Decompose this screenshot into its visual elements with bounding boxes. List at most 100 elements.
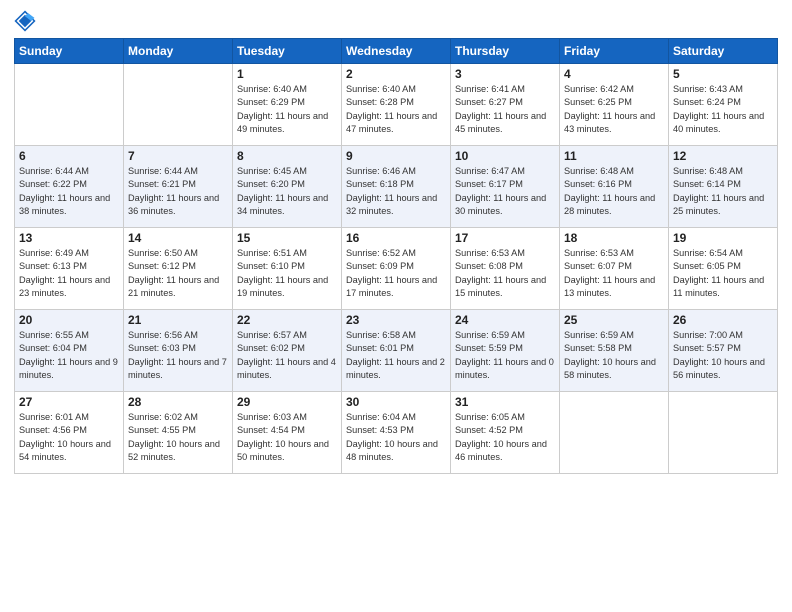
day-info: Sunrise: 6:41 AMSunset: 6:27 PMDaylight:… [455,83,555,136]
page: SundayMondayTuesdayWednesdayThursdayFrid… [0,0,792,612]
weekday-header-friday: Friday [560,39,669,64]
day-number: 17 [455,231,555,245]
day-number: 13 [19,231,119,245]
day-info: Sunrise: 6:49 AMSunset: 6:13 PMDaylight:… [19,247,119,300]
day-info: Sunrise: 6:53 AMSunset: 6:07 PMDaylight:… [564,247,664,300]
day-info: Sunrise: 6:40 AMSunset: 6:29 PMDaylight:… [237,83,337,136]
weekday-header-sunday: Sunday [15,39,124,64]
day-number: 16 [346,231,446,245]
day-number: 20 [19,313,119,327]
day-info: Sunrise: 6:45 AMSunset: 6:20 PMDaylight:… [237,165,337,218]
day-number: 10 [455,149,555,163]
calendar-cell [560,392,669,474]
day-number: 3 [455,67,555,81]
logo [14,10,40,32]
calendar-cell: 29 Sunrise: 6:03 AMSunset: 4:54 PMDayligh… [233,392,342,474]
day-number: 1 [237,67,337,81]
day-info: Sunrise: 6:59 AMSunset: 5:58 PMDaylight:… [564,329,664,382]
day-info: Sunrise: 6:03 AMSunset: 4:54 PMDaylight:… [237,411,337,464]
calendar-cell: 27 Sunrise: 6:01 AMSunset: 4:56 PMDayligh… [15,392,124,474]
day-info: Sunrise: 6:42 AMSunset: 6:25 PMDaylight:… [564,83,664,136]
calendar-cell: 10 Sunrise: 6:47 AMSunset: 6:17 PMDayligh… [451,146,560,228]
day-number: 18 [564,231,664,245]
day-number: 21 [128,313,228,327]
calendar-cell: 21Sunrise: 6:56 AMSunset: 6:03 PMDayligh… [124,310,233,392]
calendar-cell: 8 Sunrise: 6:45 AMSunset: 6:20 PMDaylight… [233,146,342,228]
day-info: Sunrise: 6:48 AMSunset: 6:16 PMDaylight:… [564,165,664,218]
calendar-body: 1 Sunrise: 6:40 AMSunset: 6:29 PMDaylight… [15,64,778,474]
calendar-cell: 1 Sunrise: 6:40 AMSunset: 6:29 PMDaylight… [233,64,342,146]
week-row-1: 1 Sunrise: 6:40 AMSunset: 6:29 PMDaylight… [15,64,778,146]
day-info: Sunrise: 6:52 AMSunset: 6:09 PMDaylight:… [346,247,446,300]
calendar-cell: 12 Sunrise: 6:48 AMSunset: 6:14 PMDayligh… [669,146,778,228]
weekday-header-saturday: Saturday [669,39,778,64]
calendar-cell: 19 Sunrise: 6:54 AMSunset: 6:05 PMDayligh… [669,228,778,310]
day-number: 4 [564,67,664,81]
calendar-cell: 24Sunrise: 6:59 AMSunset: 5:59 PMDayligh… [451,310,560,392]
day-info: Sunrise: 6:53 AMSunset: 6:08 PMDaylight:… [455,247,555,300]
day-number: 24 [455,313,555,327]
calendar-cell: 7 Sunrise: 6:44 AMSunset: 6:21 PMDaylight… [124,146,233,228]
week-row-3: 13 Sunrise: 6:49 AMSunset: 6:13 PMDayligh… [15,228,778,310]
day-info: Sunrise: 6:04 AMSunset: 4:53 PMDaylight:… [346,411,446,464]
calendar-cell: 25Sunrise: 6:59 AMSunset: 5:58 PMDayligh… [560,310,669,392]
day-info: Sunrise: 6:47 AMSunset: 6:17 PMDaylight:… [455,165,555,218]
day-info: Sunrise: 6:57 AMSunset: 6:02 PMDaylight:… [237,329,337,382]
weekday-header-thursday: Thursday [451,39,560,64]
weekday-header-row: SundayMondayTuesdayWednesdayThursdayFrid… [15,39,778,64]
calendar-cell: 23Sunrise: 6:58 AMSunset: 6:01 PMDayligh… [342,310,451,392]
calendar-cell: 15Sunrise: 6:51 AMSunset: 6:10 PMDayligh… [233,228,342,310]
day-info: Sunrise: 6:01 AMSunset: 4:56 PMDaylight:… [19,411,119,464]
day-info: Sunrise: 6:44 AMSunset: 6:21 PMDaylight:… [128,165,228,218]
day-number: 22 [237,313,337,327]
calendar-cell: 11Sunrise: 6:48 AMSunset: 6:16 PMDayligh… [560,146,669,228]
day-number: 28 [128,395,228,409]
calendar-cell: 5 Sunrise: 6:43 AMSunset: 6:24 PMDaylight… [669,64,778,146]
day-number: 19 [673,231,773,245]
calendar-cell: 17 Sunrise: 6:53 AMSunset: 6:08 PMDayligh… [451,228,560,310]
calendar-cell: 6Sunrise: 6:44 AMSunset: 6:22 PMDaylight… [15,146,124,228]
day-number: 30 [346,395,446,409]
calendar-cell: 30 Sunrise: 6:04 AMSunset: 4:53 PMDayligh… [342,392,451,474]
day-number: 9 [346,149,446,163]
day-info: Sunrise: 7:00 AMSunset: 5:57 PMDaylight:… [673,329,773,382]
day-number: 5 [673,67,773,81]
week-row-5: 27 Sunrise: 6:01 AMSunset: 4:56 PMDayligh… [15,392,778,474]
day-info: Sunrise: 6:48 AMSunset: 6:14 PMDaylight:… [673,165,773,218]
calendar-table: SundayMondayTuesdayWednesdayThursdayFrid… [14,38,778,474]
day-info: Sunrise: 6:54 AMSunset: 6:05 PMDaylight:… [673,247,773,300]
day-number: 27 [19,395,119,409]
day-number: 7 [128,149,228,163]
calendar-cell: 16 Sunrise: 6:52 AMSunset: 6:09 PMDayligh… [342,228,451,310]
day-info: Sunrise: 6:44 AMSunset: 6:22 PMDaylight:… [19,165,119,218]
calendar-cell: 31Sunrise: 6:05 AMSunset: 4:52 PMDayligh… [451,392,560,474]
day-number: 31 [455,395,555,409]
day-info: Sunrise: 6:55 AMSunset: 6:04 PMDaylight:… [19,329,119,382]
day-number: 26 [673,313,773,327]
day-number: 29 [237,395,337,409]
day-info: Sunrise: 6:46 AMSunset: 6:18 PMDaylight:… [346,165,446,218]
calendar-cell: 20 Sunrise: 6:55 AMSunset: 6:04 PMDayligh… [15,310,124,392]
calendar-cell [15,64,124,146]
calendar-cell [669,392,778,474]
logo-icon [14,10,36,32]
calendar-cell: 26 Sunrise: 7:00 AMSunset: 5:57 PMDayligh… [669,310,778,392]
calendar-cell: 28 Sunrise: 6:02 AMSunset: 4:55 PMDayligh… [124,392,233,474]
day-info: Sunrise: 6:40 AMSunset: 6:28 PMDaylight:… [346,83,446,136]
week-row-4: 20 Sunrise: 6:55 AMSunset: 6:04 PMDayligh… [15,310,778,392]
day-info: Sunrise: 6:43 AMSunset: 6:24 PMDaylight:… [673,83,773,136]
day-info: Sunrise: 6:51 AMSunset: 6:10 PMDaylight:… [237,247,337,300]
day-number: 14 [128,231,228,245]
day-number: 12 [673,149,773,163]
day-number: 2 [346,67,446,81]
day-number: 8 [237,149,337,163]
week-row-2: 6Sunrise: 6:44 AMSunset: 6:22 PMDaylight… [15,146,778,228]
day-info: Sunrise: 6:50 AMSunset: 6:12 PMDaylight:… [128,247,228,300]
calendar-cell: 14 Sunrise: 6:50 AMSunset: 6:12 PMDayligh… [124,228,233,310]
calendar-cell: 22 Sunrise: 6:57 AMSunset: 6:02 PMDayligh… [233,310,342,392]
day-info: Sunrise: 6:02 AMSunset: 4:55 PMDaylight:… [128,411,228,464]
weekday-header-wednesday: Wednesday [342,39,451,64]
calendar-cell: 3 Sunrise: 6:41 AMSunset: 6:27 PMDaylight… [451,64,560,146]
calendar-cell: 2 Sunrise: 6:40 AMSunset: 6:28 PMDaylight… [342,64,451,146]
weekday-header-monday: Monday [124,39,233,64]
